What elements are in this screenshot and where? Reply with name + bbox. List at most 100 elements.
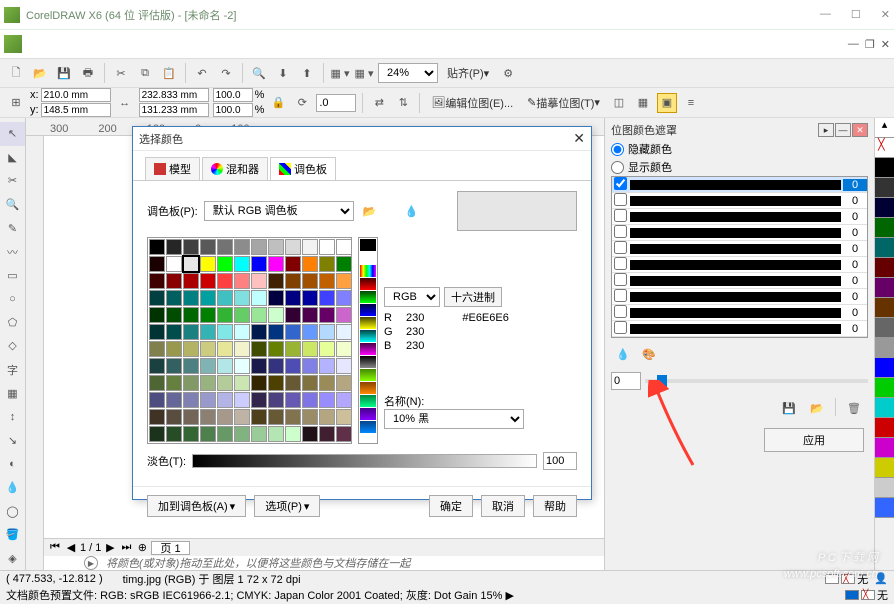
effects-tool[interactable]: ◐ (0, 452, 25, 476)
swatch[interactable] (200, 239, 216, 255)
swatch[interactable] (183, 290, 199, 306)
swatch[interactable] (285, 409, 301, 425)
swatch[interactable] (149, 307, 165, 323)
pick-tool[interactable]: ↖ (0, 122, 25, 146)
swatch[interactable] (217, 324, 233, 340)
publish-icon[interactable]: ▦ ▾ (330, 63, 350, 83)
swatch[interactable] (251, 341, 267, 357)
swatch[interactable] (200, 290, 216, 306)
gradient-swatch[interactable] (360, 304, 376, 316)
help-button[interactable]: 帮助 (533, 495, 577, 517)
gradient-swatch[interactable] (360, 382, 376, 394)
wrap-icon[interactable]: ▣ (657, 93, 677, 113)
swatch[interactable] (149, 358, 165, 374)
swatch[interactable] (336, 341, 352, 357)
interactive-fill-tool[interactable]: ◈ (0, 546, 25, 570)
tolerance-slider[interactable] (645, 379, 868, 383)
swatch[interactable] (183, 273, 199, 289)
swatch[interactable] (302, 307, 318, 323)
swatch[interactable] (302, 375, 318, 391)
redo-icon[interactable]: ↷ (216, 63, 236, 83)
swatch[interactable] (234, 324, 250, 340)
swatch[interactable] (302, 392, 318, 408)
swatch[interactable] (149, 239, 165, 255)
snap-menu[interactable]: 贴齐(P) ▾ (442, 63, 494, 83)
swatch[interactable] (268, 307, 284, 323)
save-icon[interactable]: 💾 (54, 63, 74, 83)
tint-slider[interactable] (192, 454, 537, 468)
swatch[interactable] (166, 392, 182, 408)
swatch[interactable] (319, 341, 335, 357)
swatch[interactable] (319, 409, 335, 425)
swatch[interactable] (183, 239, 199, 255)
swatch[interactable] (285, 256, 301, 272)
swatch[interactable] (251, 375, 267, 391)
swatch[interactable] (149, 392, 165, 408)
color-palette-bar[interactable]: ▴ ╳ (874, 118, 894, 570)
swatch[interactable] (251, 358, 267, 374)
gradient-swatch[interactable] (360, 395, 376, 407)
swatch[interactable] (166, 273, 182, 289)
swatch[interactable] (336, 290, 352, 306)
prev-page-button[interactable]: ◀ (64, 541, 78, 554)
swatch[interactable] (302, 409, 318, 425)
outline-tool[interactable]: ◯ (0, 499, 25, 523)
swatch[interactable] (200, 426, 216, 442)
paste-icon[interactable]: 📋 (159, 63, 179, 83)
mask-checkbox[interactable] (614, 225, 627, 238)
swatch[interactable] (251, 273, 267, 289)
mask-row[interactable]: 0 (612, 241, 867, 257)
zoom-select[interactable]: 24% (378, 63, 438, 83)
play-icon[interactable]: ▶ (84, 556, 98, 570)
swatch[interactable] (336, 409, 352, 425)
swatch[interactable] (268, 256, 284, 272)
last-page-button[interactable]: ⏭ (119, 541, 133, 554)
first-page-button[interactable]: ⏮ (48, 541, 62, 554)
panel-close-button[interactable]: ✕ (852, 123, 868, 137)
eyedropper-icon[interactable]: 💧 (402, 201, 422, 221)
swatch[interactable] (183, 426, 199, 442)
swatch[interactable] (302, 290, 318, 306)
add-page-button[interactable]: ⊕ (135, 541, 149, 554)
doc-minimize-button[interactable]: — (848, 38, 859, 50)
swatch[interactable] (183, 307, 199, 323)
swatch[interactable] (336, 392, 352, 408)
scale-y-input[interactable] (213, 103, 253, 117)
swatch[interactable] (251, 426, 267, 442)
swatch[interactable] (217, 375, 233, 391)
gradient-swatch[interactable] (360, 369, 376, 381)
page-tab[interactable]: 页 1 (151, 541, 189, 555)
swatch[interactable] (336, 273, 352, 289)
swatch[interactable] (183, 409, 199, 425)
swatch[interactable] (268, 409, 284, 425)
swatch[interactable] (166, 256, 182, 272)
swatch[interactable] (251, 392, 267, 408)
swatch[interactable] (183, 392, 199, 408)
swatch[interactable] (336, 324, 352, 340)
swatch[interactable] (149, 426, 165, 442)
panel-collapse-button[interactable]: ▸ (818, 123, 834, 137)
minimize-button[interactable]: — (820, 8, 831, 21)
gradient-swatch[interactable] (360, 291, 376, 303)
mask-row[interactable]: 0 (612, 257, 867, 273)
mask-checkbox[interactable] (614, 321, 627, 334)
swatch[interactable] (319, 358, 335, 374)
swatch[interactable] (285, 290, 301, 306)
mask-row[interactable]: 0 (612, 273, 867, 289)
shape-tool[interactable]: ◣ (0, 146, 25, 170)
swatch[interactable] (336, 426, 352, 442)
swatch[interactable] (234, 290, 250, 306)
swatch[interactable] (200, 341, 216, 357)
mask-row[interactable]: 0 (612, 305, 867, 321)
swatch[interactable] (268, 392, 284, 408)
gradient-swatch[interactable] (360, 330, 376, 342)
print-icon[interactable]: 🖶 (78, 63, 98, 83)
swatch[interactable] (336, 375, 352, 391)
swatch[interactable] (251, 239, 267, 255)
hide-color-radio[interactable] (611, 143, 624, 156)
swatch[interactable] (285, 273, 301, 289)
x-input[interactable] (41, 88, 111, 102)
mask-checkbox[interactable] (614, 209, 627, 222)
swatch[interactable] (217, 341, 233, 357)
align-icon[interactable]: ≡ (681, 93, 701, 113)
